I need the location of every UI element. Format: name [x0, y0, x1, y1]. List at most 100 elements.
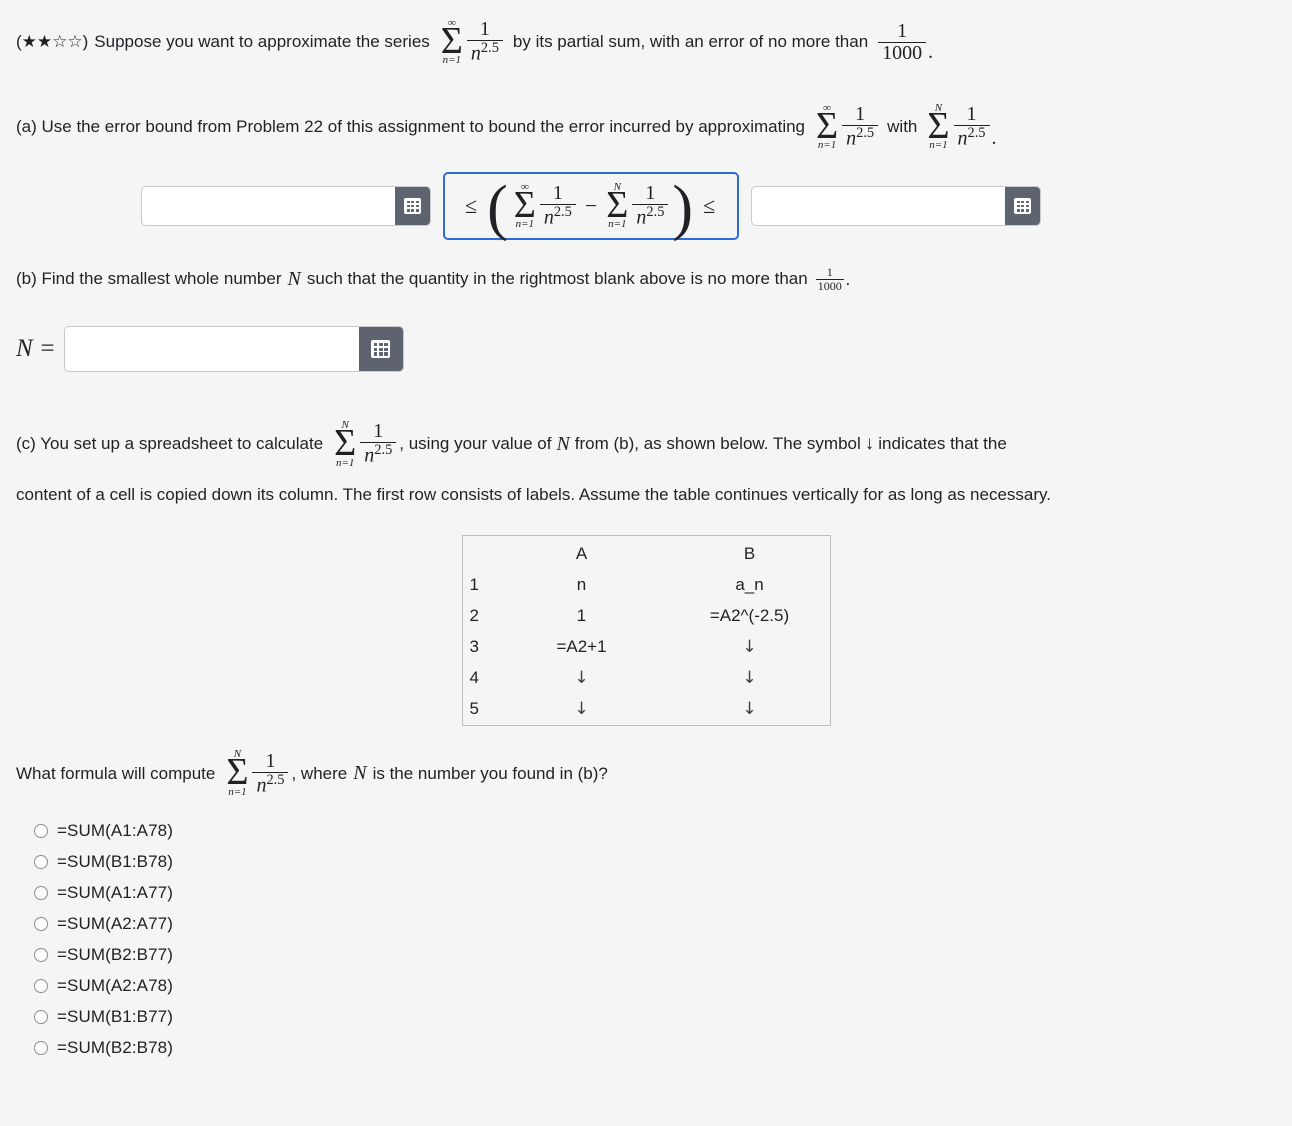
summation-operator: ∞ Σ n=1 — [440, 17, 463, 67]
part-b-answer-blank[interactable] — [63, 326, 404, 373]
part-a-right-blank[interactable] — [751, 186, 1042, 226]
sum-lower-limit: n=1 — [336, 456, 355, 469]
math-keypad-button-right[interactable] — [1005, 187, 1041, 225]
question-text-before: What formula will compute — [16, 763, 216, 783]
part-b-text-before: (b) Find the smallest whole number — [16, 269, 282, 289]
option-label-7: =SUM(B1:B77) — [57, 1007, 173, 1027]
series-term-fraction: 1 n2.5 — [842, 103, 879, 150]
part-c-paragraph: content of a cell is copied down its col… — [16, 485, 1051, 505]
part-a-statement: (a) Use the error bound from Problem 22 … — [16, 98, 1276, 156]
fraction-numerator: 1 — [855, 103, 866, 126]
sum-lower-limit: n=1 — [228, 785, 247, 798]
radio-button-8[interactable] — [34, 1041, 48, 1056]
bound-numerator: 1 — [897, 19, 908, 42]
series-term-fraction: 1 n2.5 — [252, 750, 289, 797]
relation-right-symbol: ≤ — [703, 193, 716, 218]
denominator-exponent: 2.5 — [374, 442, 393, 459]
cell-a2: 1 — [576, 605, 587, 625]
math-keypad-button-left[interactable] — [395, 187, 430, 225]
sigma-icon: Σ — [606, 183, 629, 226]
row-number: 4 — [469, 667, 479, 687]
grid-keypad-icon — [404, 198, 421, 214]
part-b-period: . — [845, 270, 850, 290]
spreadsheet-header-row: A B — [462, 535, 830, 570]
part-c-statement: (c) You set up a spreadsheet to calculat… — [16, 416, 1276, 472]
radio-button-3[interactable] — [34, 886, 48, 901]
option-row-3[interactable]: =SUM(A1:A77) — [16, 878, 1276, 909]
option-label-4: =SUM(A2:A77) — [57, 914, 173, 934]
fraction-numerator: 1 — [645, 182, 656, 205]
question-variable-n: N — [353, 762, 367, 785]
fraction-denominator: n2.5 — [252, 771, 289, 797]
option-row-7[interactable]: =SUM(B1:B77) — [16, 1002, 1276, 1033]
series-term-fraction: 1 n2.5 — [466, 18, 503, 65]
part-b-variable-n: N — [287, 267, 301, 290]
sum-lower-limit: n=1 — [608, 218, 627, 231]
part-a-label: (a) Use the error bound from Problem 22 … — [16, 117, 806, 136]
table-row: 1 n a_n — [462, 570, 830, 601]
row-number: 3 — [469, 636, 479, 656]
fraction-numerator: 1 — [966, 103, 977, 126]
radio-button-1[interactable] — [34, 824, 48, 839]
sigma-icon: Σ — [513, 183, 536, 226]
fraction-denominator: n2.5 — [360, 442, 397, 468]
radio-button-6[interactable] — [34, 979, 48, 994]
option-row-4[interactable]: =SUM(A2:A77) — [16, 909, 1276, 940]
math-keypad-button-n[interactable] — [358, 327, 403, 372]
option-label-1: =SUM(A1:A78) — [57, 821, 173, 841]
radio-button-7[interactable] — [34, 1010, 48, 1025]
part-c-text-after-2: from (b), as shown below. The symbol — [574, 434, 861, 454]
question-text-after-2: is the number you found in (b)? — [372, 763, 608, 783]
part-a-left-input[interactable] — [142, 187, 395, 225]
option-row-2[interactable]: =SUM(B1:B78) — [16, 847, 1276, 878]
sum-lower-limit: n=1 — [929, 139, 948, 152]
summation-operator: N Σ n=1 — [927, 102, 949, 152]
sigma-icon: Σ — [440, 19, 463, 62]
fraction-denominator: n2.5 — [842, 125, 879, 150]
option-row-8[interactable]: =SUM(B2:B78) — [16, 1033, 1276, 1064]
summation-operator: N Σ n=1 — [334, 419, 356, 469]
question-series: N Σ n=1 1 n2.5 — [224, 749, 290, 798]
option-row-6[interactable]: =SUM(A2:A78) — [16, 971, 1276, 1002]
table-row: 3 =A2+1 ↓ — [462, 632, 830, 663]
radio-button-5[interactable] — [34, 948, 48, 963]
intro-text-middle: by its partial sum, with an error of no … — [512, 32, 869, 51]
minus-sign: − — [584, 193, 598, 218]
sum-lower-limit: n=1 — [515, 218, 535, 231]
denominator-exponent: 2.5 — [553, 204, 572, 221]
option-label-6: =SUM(A2:A78) — [57, 976, 173, 996]
cell-b5: ↓ — [742, 698, 757, 719]
part-c-variable-n: N — [556, 432, 570, 455]
boxed-partial-series: N Σ n=1 1 n2.5 — [604, 181, 670, 231]
part-a-expression-box: ≤ ( ∞ Σ n=1 1 n2.5 − N Σ n=1 1 n2.5) ≤ — [443, 172, 740, 240]
cell-b2: =A2^(-2.5) — [709, 605, 790, 625]
option-label-2: =SUM(B1:B78) — [57, 852, 173, 872]
option-label-3: =SUM(A1:A77) — [57, 883, 173, 903]
row-number: 1 — [469, 574, 479, 594]
radio-button-2[interactable] — [34, 855, 48, 870]
radio-button-4[interactable] — [34, 917, 48, 932]
problem-page: (★★☆☆) Suppose you want to approximate t… — [0, 14, 1292, 1064]
intro-series-expression: ∞ Σ n=1 1 n2.5 — [439, 17, 505, 67]
denominator-base: n — [364, 445, 375, 468]
part-b-text-after: such that the quantity in the rightmost … — [306, 269, 808, 289]
part-b-statement: (b) Find the smallest whole number N suc… — [16, 266, 1276, 292]
part-b-answer-input[interactable] — [64, 327, 359, 372]
summation-operator: N Σ n=1 — [606, 181, 629, 231]
sum-lower-limit: n=1 — [817, 139, 837, 152]
fraction-numerator: 1 — [479, 18, 490, 41]
option-row-1[interactable]: =SUM(A1:A78) — [16, 816, 1276, 847]
fraction-denominator: n2.5 — [632, 204, 669, 229]
cell-a3: =A2+1 — [556, 636, 607, 656]
part-a-right-input[interactable] — [752, 187, 1006, 225]
cell-b4: ↓ — [742, 667, 757, 688]
part-c-text-before: (c) You set up a spreadsheet to calculat… — [16, 434, 324, 454]
table-row: 2 1 =A2^(-2.5) — [462, 601, 830, 632]
option-row-5[interactable]: =SUM(B2:B77) — [16, 940, 1276, 971]
part-a-left-blank[interactable] — [141, 186, 431, 226]
part-b-answer-label: N = — [16, 335, 56, 363]
denominator-exponent: 2.5 — [266, 771, 285, 788]
boxed-infinite-series: ∞ Σ n=1 1 n2.5 — [512, 181, 578, 231]
series-term-fraction: 1 n2.5 — [360, 421, 397, 468]
fraction-denominator: n2.5 — [953, 125, 990, 150]
